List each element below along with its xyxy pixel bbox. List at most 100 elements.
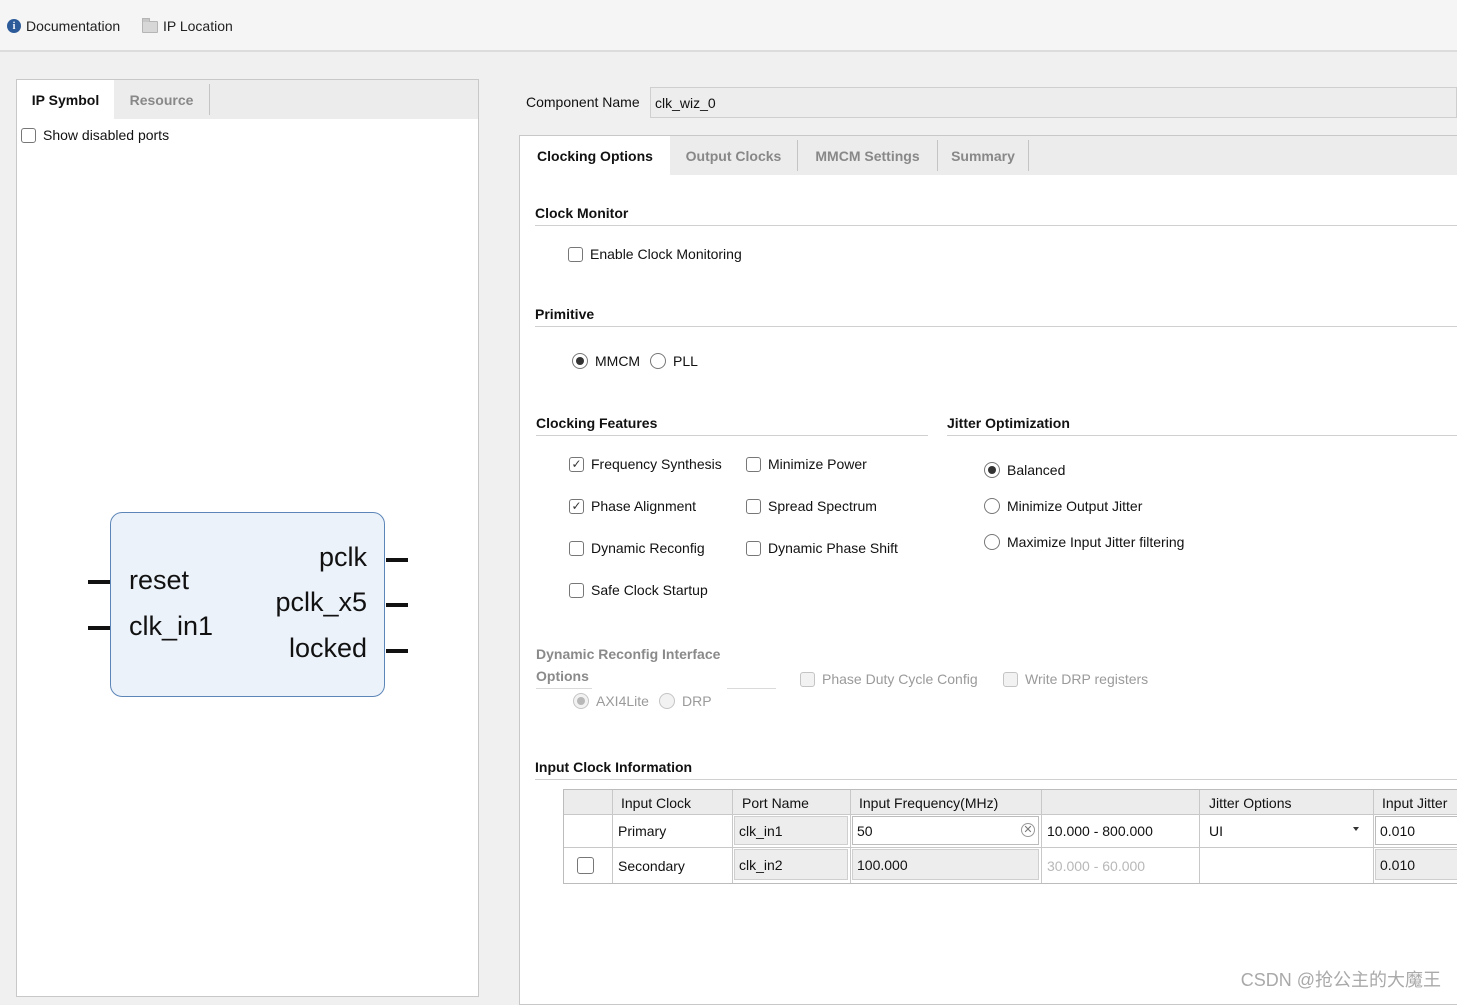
watermark-text: CSDN @抢公主的大魔王 (1240, 970, 1441, 990)
dynamic-reconfig-row[interactable]: Dynamic Reconfig (569, 540, 705, 556)
write-drp-registers-checkbox[interactable] (1003, 671, 1018, 687)
minimize-power-row[interactable]: Minimize Power (746, 456, 867, 472)
jitter-optimization-heading: Jitter Optimization (947, 415, 1070, 431)
phase-alignment-label: Phase Alignment (591, 498, 697, 514)
phase-alignment-row[interactable]: ✓ Phase Alignment (569, 498, 696, 514)
pll-radio[interactable] (650, 353, 666, 369)
primary-jitter-options-dropdown[interactable]: UI (1201, 816, 1371, 845)
input-clock-info-heading: Input Clock Information (535, 759, 693, 775)
phase-alignment-checkbox[interactable]: ✓ (569, 498, 584, 514)
dynamic-reconfig-checkbox[interactable] (569, 540, 584, 556)
component-name-value: clk_wiz_0 (655, 94, 716, 111)
tab-mmcm-settings[interactable]: MMCM Settings (798, 136, 937, 175)
primitive-mmcm-option[interactable]: MMCM (572, 353, 640, 369)
drp-radio[interactable] (659, 693, 675, 709)
section-divider (727, 688, 776, 689)
phase-duty-cycle-config-checkbox[interactable] (800, 671, 815, 687)
frequency-synthesis-label: Frequency Synthesis (591, 456, 722, 472)
primary-input-jitter-field[interactable]: 0.010 (1375, 816, 1457, 845)
maximize-input-jitter-radio[interactable] (984, 534, 1000, 550)
safe-clock-startup-checkbox[interactable] (569, 582, 584, 598)
pin-reset (88, 580, 110, 584)
primary-jitter-option-value: UI (1209, 822, 1223, 839)
primary-port-name-field[interactable]: clk_in1 (734, 816, 848, 845)
table-grid (564, 814, 1457, 815)
tab-separator (1028, 140, 1029, 171)
enable-clock-monitoring-label: Enable Clock Monitoring (590, 246, 742, 262)
mmcm-radio[interactable] (572, 353, 588, 369)
enable-clock-monitoring-checkbox[interactable] (568, 246, 583, 262)
tab-clocking-options[interactable]: Clocking Options (520, 136, 670, 175)
drp-option[interactable]: DRP (659, 693, 712, 709)
axi4lite-option[interactable]: AXI4Lite (573, 693, 649, 709)
ip-location-link[interactable]: IP Location (142, 18, 233, 34)
show-disabled-ports-label: Show disabled ports (43, 127, 170, 143)
primary-input-jitter-value: 0.010 (1380, 822, 1416, 839)
tab-output-clocks[interactable]: Output Clocks (670, 136, 797, 175)
primary-frequency-range: 10.000 - 800.000 (1047, 823, 1153, 839)
component-name-input[interactable]: clk_wiz_0 (650, 87, 1457, 118)
show-disabled-ports-row[interactable]: Show disabled ports (21, 127, 169, 143)
dynamic-phase-shift-checkbox[interactable] (746, 540, 761, 556)
jitter-balanced-option[interactable]: Balanced (984, 462, 1065, 478)
dynamic-phase-shift-label: Dynamic Phase Shift (768, 540, 898, 556)
show-disabled-ports-checkbox[interactable] (21, 127, 36, 143)
minimize-power-label: Minimize Power (768, 456, 867, 472)
dynamic-phase-shift-row[interactable]: Dynamic Phase Shift (746, 540, 898, 556)
jitter-maximize-input-option[interactable]: Maximize Input Jitter filtering (984, 534, 1184, 550)
tab-summary[interactable]: Summary (938, 136, 1028, 175)
config-tab-bar: Clocking Options Output Clocks MMCM Sett… (520, 136, 1457, 175)
port-pclk-x5-label: pclk_x5 (275, 587, 367, 617)
enable-clock-monitoring-row[interactable]: Enable Clock Monitoring (568, 246, 742, 262)
minimize-power-checkbox[interactable] (746, 456, 761, 472)
minimize-output-jitter-label: Minimize Output Jitter (1007, 498, 1143, 514)
spread-spectrum-row[interactable]: Spread Spectrum (746, 498, 877, 514)
write-drp-registers-row[interactable]: Write DRP registers (1003, 671, 1148, 687)
primitive-heading: Primitive (535, 306, 595, 322)
section-divider (535, 779, 1457, 780)
secondary-clock-label: Secondary (618, 857, 685, 874)
secondary-input-jitter-field[interactable]: 0.010 (1375, 849, 1457, 880)
ip-block-symbol: reset clk_in1 pclk pclk_x5 locked (110, 512, 385, 697)
table-grid (564, 847, 1457, 848)
top-toolbar: i Documentation IP Location (0, 0, 1457, 52)
port-pclk-label: pclk (318, 542, 367, 572)
tab-separator (209, 84, 210, 115)
col-input-frequency: Input Frequency(MHz) (859, 795, 999, 811)
primary-input-frequency-field[interactable]: 50 ✕ (852, 816, 1039, 845)
tab-resource[interactable]: Resource (114, 80, 209, 119)
primary-input-frequency-value: 50 (857, 822, 873, 839)
drp-label: DRP (682, 693, 712, 709)
phase-duty-cycle-config-label: Phase Duty Cycle Config (822, 671, 978, 687)
pll-label: PLL (673, 353, 698, 369)
section-divider (535, 326, 1457, 327)
frequency-synthesis-row[interactable]: ✓ Frequency Synthesis (569, 456, 722, 472)
axi4lite-radio[interactable] (573, 693, 589, 709)
frequency-synthesis-checkbox[interactable]: ✓ (569, 456, 584, 472)
clear-field-icon[interactable]: ✕ (1021, 823, 1035, 837)
col-input-clock: Input Clock (621, 795, 692, 811)
safe-clock-startup-row[interactable]: Safe Clock Startup (569, 582, 708, 598)
folder-icon (142, 18, 158, 33)
secondary-input-frequency-field[interactable]: 100.000 (852, 849, 1039, 880)
jitter-minimize-output-option[interactable]: Minimize Output Jitter (984, 498, 1142, 514)
secondary-input-frequency-value: 100.000 (857, 856, 908, 873)
secondary-clock-checkbox[interactable] (577, 857, 594, 874)
info-icon: i (7, 19, 21, 33)
table-grid (1041, 790, 1042, 883)
port-clk-in1-label: clk_in1 (129, 611, 214, 641)
primitive-pll-option[interactable]: PLL (650, 353, 698, 369)
primary-port-name-value: clk_in1 (739, 822, 783, 839)
secondary-port-name-value: clk_in2 (739, 856, 783, 873)
write-drp-registers-label: Write DRP registers (1025, 671, 1149, 687)
secondary-port-name-field[interactable]: clk_in2 (734, 849, 848, 880)
documentation-link[interactable]: i Documentation (7, 18, 120, 34)
minimize-output-jitter-radio[interactable] (984, 498, 1000, 514)
spread-spectrum-checkbox[interactable] (746, 498, 761, 514)
phase-duty-cycle-config-row[interactable]: Phase Duty Cycle Config (800, 671, 978, 687)
section-divider (535, 225, 1457, 226)
ip-location-label: IP Location (163, 18, 233, 34)
secondary-input-jitter-value: 0.010 (1380, 856, 1416, 873)
balanced-radio[interactable] (984, 462, 1000, 478)
tab-ip-symbol[interactable]: IP Symbol (17, 80, 114, 119)
